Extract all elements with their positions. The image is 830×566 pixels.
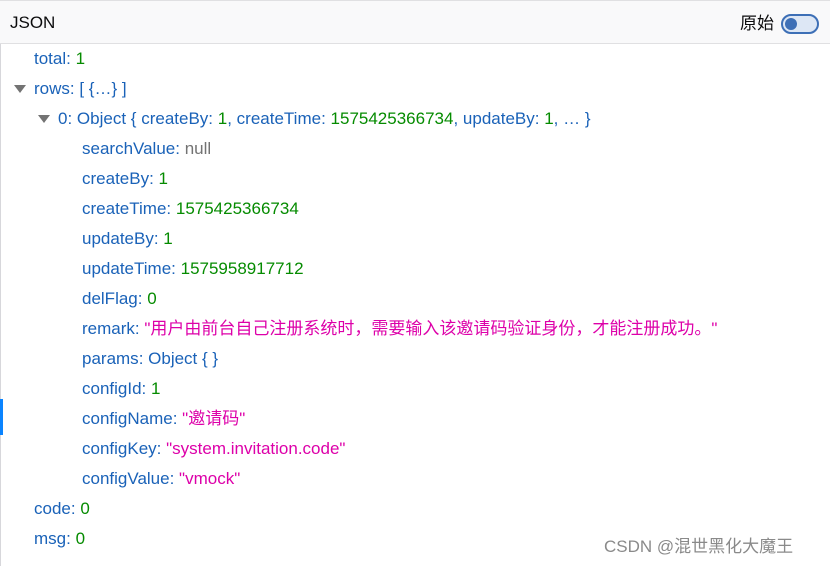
value-configKey: "system.invitation.code" (166, 439, 346, 458)
expand-arrow-icon[interactable] (38, 115, 50, 123)
tree-row-configValue[interactable]: configValue: "vmock" (0, 464, 830, 494)
toggle-knob (785, 18, 797, 30)
key-updateBy: updateBy (82, 229, 154, 248)
json-toolbar: JSON 原始 (0, 0, 830, 44)
tree-row-code[interactable]: code: 0 (0, 494, 830, 524)
key-createBy: createBy (82, 169, 150, 188)
key-msg: msg (34, 529, 67, 548)
key-code: code (34, 499, 71, 518)
value-msg: 0 (75, 529, 86, 548)
tree-row-searchValue[interactable]: searchValue: null (0, 134, 830, 164)
raw-toggle-switch[interactable] (781, 14, 819, 34)
key-delFlag: delFlag (82, 289, 138, 308)
value-configId: 1 (151, 379, 161, 398)
tree-row-configId[interactable]: configId: 1 (0, 374, 830, 404)
tree-row-updateBy[interactable]: updateBy: 1 (0, 224, 830, 254)
key-remark: remark (82, 319, 135, 338)
key-configId: configId (82, 379, 142, 398)
object-type: Object (76, 109, 127, 128)
key-createTime: createTime (82, 199, 167, 218)
value-configValue: "vmock" (179, 469, 241, 488)
key-configKey: configKey (82, 439, 157, 458)
key-total: total (34, 49, 67, 68)
value-params: Object { } (148, 349, 219, 368)
value-updateBy: 1 (163, 229, 173, 248)
value-total: 1 (75, 49, 86, 68)
tree-row-remark[interactable]: remark: "用户由前台自己注册系统时，需要输入该邀请码验证身份，才能注册成… (0, 314, 830, 344)
tree-row-createBy[interactable]: createBy: 1 (0, 164, 830, 194)
csdn-watermark: CSDN @混世黑化大魔王 (604, 537, 794, 556)
rows-preview: [ {…} ] (79, 79, 127, 98)
value-createTime: 1575425366734 (175, 199, 299, 218)
value-configName: "邀请码" (182, 409, 246, 428)
value-updateTime: 1575958917712 (180, 259, 304, 278)
tree-row-total[interactable]: total: 1 (0, 44, 830, 74)
tree-row-rows[interactable]: rows: [ {…} ] (0, 74, 830, 104)
key-configName: configName (82, 409, 173, 428)
value-delFlag: 0 (147, 289, 157, 308)
tree-row-updateTime[interactable]: updateTime: 1575958917712 (0, 254, 830, 284)
key-rows: rows (34, 79, 70, 98)
tree-row-configName[interactable]: configName: "邀请码" (0, 404, 830, 434)
tree-row-configKey[interactable]: configKey: "system.invitation.code" (0, 434, 830, 464)
raw-toggle-label: 原始 (740, 14, 774, 33)
tree-row-item-0[interactable]: 0: Object { createBy: 1, createTime: 157… (0, 104, 830, 134)
value-remark: "用户由前台自己注册系统时，需要输入该邀请码验证身份，才能注册成功。" (144, 319, 718, 338)
value-searchValue: null (184, 139, 212, 158)
expand-arrow-icon[interactable] (14, 85, 26, 93)
tab-json[interactable]: JSON (10, 12, 55, 34)
tree-row-params[interactable]: params: Object { } (0, 344, 830, 374)
value-code: 0 (80, 499, 90, 518)
value-createBy: 1 (158, 169, 169, 188)
key-configValue: configValue (82, 469, 170, 488)
json-viewer: JSON 原始 total: 1 rows: [ {…} ] 0: Object… (0, 0, 830, 566)
key-params: params (82, 349, 139, 368)
key-updateTime: updateTime (82, 259, 172, 278)
tree-row-delFlag[interactable]: delFlag: 0 (0, 284, 830, 314)
key-searchValue: searchValue (82, 139, 176, 158)
tree-row-createTime[interactable]: createTime: 1575425366734 (0, 194, 830, 224)
